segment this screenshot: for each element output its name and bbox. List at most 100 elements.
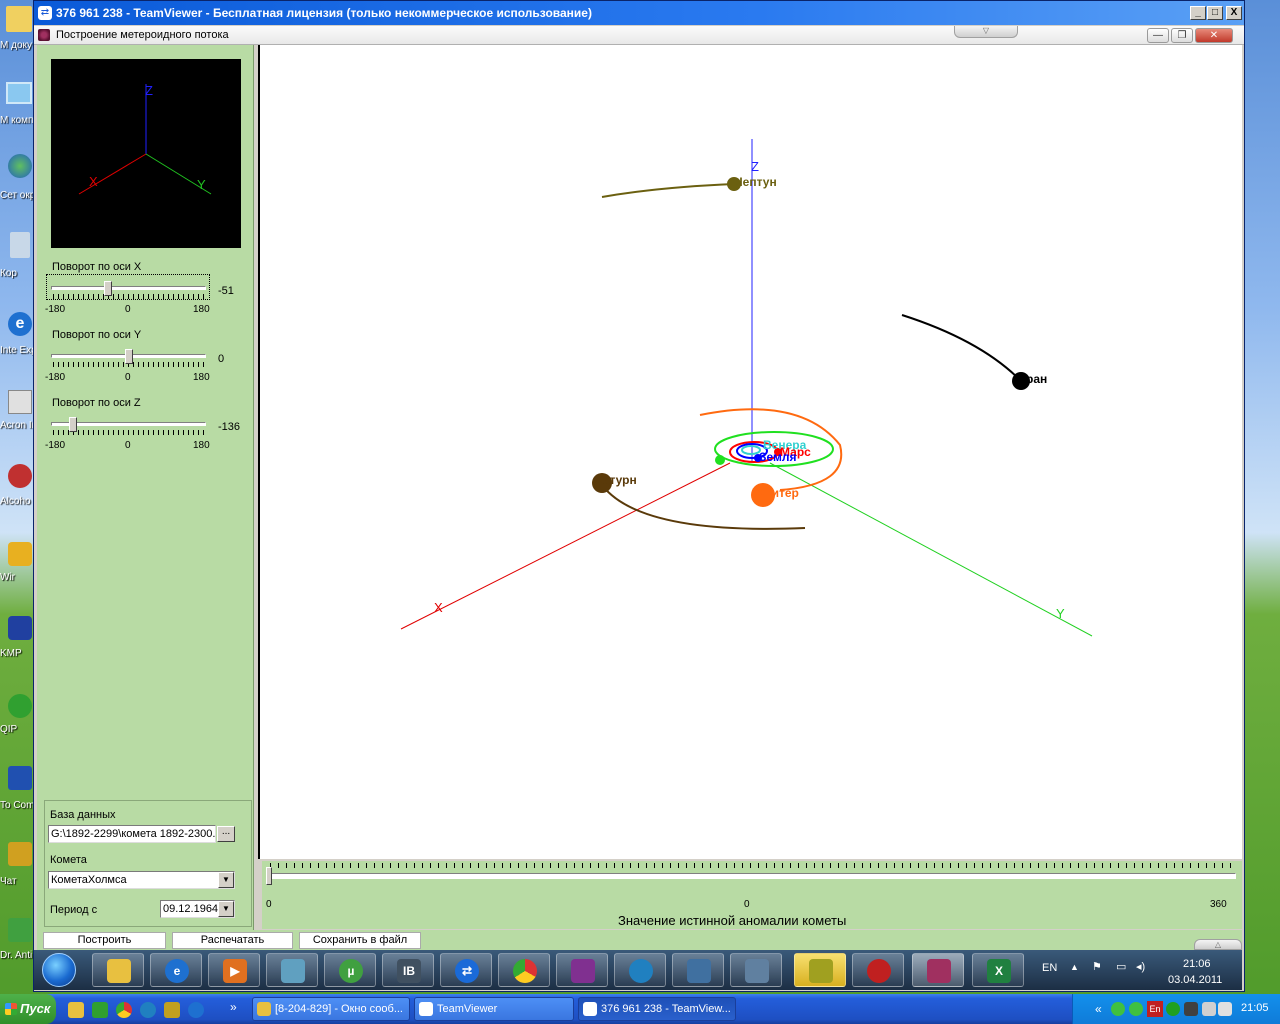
- scene-3d-view[interactable]: Z X Y Нептун Уран Сатурн Юпитер Венера М…: [258, 45, 1242, 859]
- taskbar-item-message-window[interactable]: [8-204-829] - Окно сооб...: [252, 997, 410, 1021]
- tv-session-toolbar-toggle[interactable]: ▽: [954, 26, 1018, 38]
- uranus-orbit: [901, 314, 1021, 381]
- xp-taskbar: Пуск » [8-204-829] - Окно сооб... TeamVi…: [0, 994, 1280, 1024]
- quicklaunch-ie-icon[interactable]: [188, 1002, 204, 1018]
- tv-minimize-button[interactable]: _: [1190, 6, 1206, 20]
- app-titlebar[interactable]: Построение метероидного потока: [34, 26, 1244, 45]
- period-dropdown-chevron-icon[interactable]: ▼: [218, 901, 234, 917]
- remote-app9-taskbar-button[interactable]: [614, 953, 666, 987]
- slider-thumb[interactable]: [125, 349, 133, 364]
- anomaly-track[interactable]: [268, 873, 1236, 879]
- rotation-y-min: -180: [45, 372, 66, 383]
- tray-clock[interactable]: 21:05: [1241, 1002, 1269, 1014]
- tv-toolbar-expand-toggle[interactable]: △: [1194, 939, 1242, 950]
- app-icon: [38, 29, 50, 41]
- remote-ie-taskbar-button[interactable]: e: [150, 953, 202, 987]
- desktop-label: Acron Imag: [0, 420, 34, 431]
- app-close-button[interactable]: ✕: [1195, 28, 1233, 43]
- desktop-label: To Comm: [0, 800, 34, 811]
- tray-punto-switcher[interactable]: En: [1147, 1001, 1163, 1017]
- earth-label: Земля: [759, 450, 797, 464]
- app-icon: [809, 959, 833, 983]
- taskbar-item-label: 376 961 238 - TeamView...: [601, 1003, 731, 1015]
- quicklaunch-chrome-icon[interactable]: [116, 1002, 132, 1018]
- quicklaunch-desktop-icon[interactable]: [68, 1002, 84, 1018]
- remote-tray-expand-icon[interactable]: ▲: [1070, 962, 1079, 972]
- app-minimize-button[interactable]: —: [1147, 28, 1169, 43]
- remote-ib-taskbar-button[interactable]: IB: [382, 953, 434, 987]
- build-button[interactable]: Построить: [43, 932, 166, 949]
- rotation-y-value: 0: [218, 353, 225, 365]
- slider-thumb[interactable]: [69, 417, 77, 432]
- remote-app12-taskbar-button[interactable]: [794, 953, 846, 987]
- rotation-x-slider[interactable]: [51, 281, 206, 303]
- anomaly-caption: Значение истинной аномалии кометы: [618, 913, 847, 928]
- remote-explorer-taskbar-button[interactable]: [92, 953, 144, 987]
- remote-chrome-taskbar-button[interactable]: [498, 953, 550, 987]
- rotation-z-slider[interactable]: [51, 417, 206, 439]
- remote-language-indicator[interactable]: EN: [1042, 962, 1057, 974]
- tray-expand-icon[interactable]: «: [1095, 1002, 1102, 1016]
- tray-network-icon[interactable]: [1202, 1002, 1216, 1016]
- rotation-x-min: -180: [45, 304, 66, 315]
- remote-network-icon[interactable]: ▭: [1116, 960, 1126, 973]
- tray-icq-icon[interactable]: [1111, 1002, 1125, 1016]
- desktop-label: Сет окру: [0, 190, 34, 201]
- preview-z-label: Z: [145, 83, 153, 98]
- comet-dropdown-chevron-icon[interactable]: ▼: [218, 872, 234, 888]
- taskbar-item-teamviewer[interactable]: TeamViewer: [414, 997, 574, 1021]
- remote-volume-icon[interactable]: ◂): [1136, 960, 1145, 973]
- start-button[interactable]: Пуск: [0, 994, 56, 1024]
- rotation-y-slider[interactable]: [51, 349, 206, 371]
- comet-select[interactable]: КометаХолмса: [48, 871, 235, 889]
- quicklaunch-app2-icon[interactable]: [164, 1002, 180, 1018]
- rotation-z-mid: 0: [125, 440, 131, 451]
- desktop-label: Чат: [0, 876, 17, 887]
- remote-teamviewer-taskbar-button[interactable]: ⇄: [440, 953, 492, 987]
- app-restore-button[interactable]: ❐: [1171, 28, 1193, 43]
- windows-flag-icon: [5, 1003, 17, 1015]
- remote-clock-time[interactable]: 21:06: [1183, 958, 1211, 970]
- print-button[interactable]: Распечатать: [172, 932, 293, 949]
- app-title: Построение метероидного потока: [56, 29, 229, 41]
- teamviewer-icon: ⇄: [455, 959, 479, 983]
- tray-app-icon[interactable]: [1166, 1002, 1180, 1016]
- database-icon: [745, 959, 769, 983]
- remote-app13-taskbar-button[interactable]: [852, 953, 904, 987]
- utorrent-icon: µ: [339, 959, 363, 983]
- tray-qip-icon[interactable]: [1129, 1002, 1143, 1016]
- remote-start-orb-icon[interactable]: [42, 953, 76, 987]
- tv-maximize-button[interactable]: □: [1207, 6, 1223, 20]
- database-browse-button[interactable]: ...: [217, 826, 235, 842]
- anomaly-slider-thumb[interactable]: [266, 867, 272, 885]
- remote-winrar-taskbar-button[interactable]: [556, 953, 608, 987]
- message-window-icon: [257, 1002, 271, 1016]
- quicklaunch-more-icon[interactable]: »: [230, 1000, 237, 1014]
- remote-app11-taskbar-button[interactable]: [730, 953, 782, 987]
- database-path-field[interactable]: G:\1892-2299\комета 1892-2300.0: [48, 825, 216, 843]
- slider-thumb[interactable]: [104, 281, 112, 296]
- ib-icon: IB: [397, 959, 421, 983]
- remote-utorrent-taskbar-button[interactable]: µ: [324, 953, 376, 987]
- quicklaunch-utorrent-icon[interactable]: [92, 1002, 108, 1018]
- quicklaunch-app-icon[interactable]: [140, 1002, 156, 1018]
- rotation-z-label: Поворот по оси Z: [52, 397, 141, 409]
- z-axis-label: Z: [751, 159, 759, 174]
- save-to-file-button[interactable]: Сохранить в файл: [299, 932, 421, 949]
- remote-meteor-app-taskbar-button[interactable]: [912, 953, 964, 987]
- tv-close-button[interactable]: X: [1226, 6, 1242, 20]
- remote-flag-icon[interactable]: ⚑: [1092, 960, 1102, 973]
- remote-app4-taskbar-button[interactable]: [266, 953, 318, 987]
- tray-volume-icon[interactable]: [1218, 1002, 1232, 1016]
- tray-bug-icon[interactable]: [1184, 1002, 1198, 1016]
- neptune-label: Нептун: [734, 175, 777, 189]
- slider-ticks: [53, 294, 204, 299]
- rotation-x-mid: 0: [125, 304, 131, 315]
- period-label: Период с: [50, 904, 98, 916]
- remote-app10-taskbar-button[interactable]: [672, 953, 724, 987]
- teamviewer-titlebar[interactable]: 376 961 238 - TeamViewer - Бесплатная ли…: [34, 1, 1244, 25]
- remote-media-taskbar-button[interactable]: ▶: [208, 953, 260, 987]
- desktop-label: Dr. Anti: [0, 950, 33, 961]
- taskbar-item-remote-session[interactable]: 376 961 238 - TeamView...: [578, 997, 736, 1021]
- remote-excel-taskbar-button[interactable]: X: [972, 953, 1024, 987]
